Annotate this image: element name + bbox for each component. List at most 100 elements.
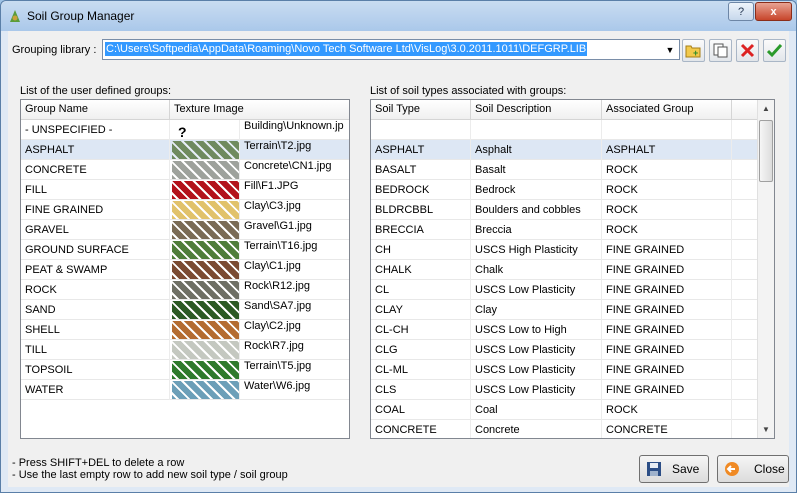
group-name-cell[interactable]: FINE GRAINED: [21, 200, 170, 220]
soil-type-cell[interactable]: CH: [371, 240, 471, 260]
soil-type-cell[interactable]: CLS: [371, 380, 471, 400]
group-name-cell[interactable]: TOPSOIL: [21, 360, 170, 380]
soil-description-cell[interactable]: Chalk: [471, 260, 602, 280]
table-row[interactable]: CH USCS High Plasticity FINE GRAINED: [371, 240, 759, 260]
soil-type-cell[interactable]: [371, 120, 471, 140]
texture-swatch-cell[interactable]: [170, 180, 240, 200]
window-close-button[interactable]: x: [755, 2, 792, 21]
texture-swatch-cell[interactable]: [170, 340, 240, 360]
table-row[interactable]: [371, 120, 759, 140]
table-row[interactable]: BRECCIA Breccia ROCK: [371, 220, 759, 240]
group-name-cell[interactable]: SAND: [21, 300, 170, 320]
group-name-cell[interactable]: TILL: [21, 340, 170, 360]
soil-type-cell[interactable]: CL: [371, 280, 471, 300]
soil-type-cell[interactable]: BRECCIA: [371, 220, 471, 240]
soil-description-cell[interactable]: Breccia: [471, 220, 602, 240]
texture-path-cell[interactable]: Clay\C1.jpg: [240, 260, 349, 280]
texture-swatch-cell[interactable]: [170, 360, 240, 380]
group-name-cell[interactable]: PEAT & SWAMP: [21, 260, 170, 280]
soils-grid[interactable]: Soil Type Soil Description Associated Gr…: [370, 99, 775, 439]
table-row[interactable]: CLAY Clay FINE GRAINED: [371, 300, 759, 320]
column-header-associated-group[interactable]: Associated Group: [602, 100, 732, 120]
grouping-library-combo[interactable]: C:\Users\Softpedia\AppData\Roaming\Novo …: [102, 39, 680, 60]
group-name-cell[interactable]: WATER: [21, 380, 170, 400]
soil-description-cell[interactable]: USCS Low Plasticity: [471, 360, 602, 380]
chevron-down-icon[interactable]: ▼: [662, 41, 678, 58]
texture-swatch-cell[interactable]: [170, 220, 240, 240]
soil-type-cell[interactable]: COAL: [371, 400, 471, 420]
texture-path-cell[interactable]: Terrain\T5.jpg: [240, 360, 349, 380]
texture-swatch-cell[interactable]: [170, 140, 240, 160]
soil-type-cell[interactable]: CL-ML: [371, 360, 471, 380]
table-row[interactable]: FILL Fill\F1.JPG: [21, 180, 349, 200]
group-name-cell[interactable]: GROUND SURFACE: [21, 240, 170, 260]
table-row[interactable]: CL USCS Low Plasticity FINE GRAINED: [371, 280, 759, 300]
texture-swatch-cell[interactable]: [170, 300, 240, 320]
table-row[interactable]: TILL Rock\R7.jpg: [21, 340, 349, 360]
table-row[interactable]: CLS USCS Low Plasticity FINE GRAINED: [371, 380, 759, 400]
table-row[interactable]: CONCRETE Concrete CONCRETE: [371, 420, 759, 438]
texture-path-cell[interactable]: Clay\C2.jpg: [240, 320, 349, 340]
soil-description-cell[interactable]: USCS Low Plasticity: [471, 340, 602, 360]
group-name-cell[interactable]: GRAVEL: [21, 220, 170, 240]
associated-group-cell[interactable]: FINE GRAINED: [602, 360, 732, 380]
table-row[interactable]: FINE GRAINED Clay\C3.jpg: [21, 200, 349, 220]
soil-description-cell[interactable]: USCS Low Plasticity: [471, 380, 602, 400]
column-header-group-name[interactable]: Group Name: [21, 100, 170, 120]
texture-path-cell[interactable]: Clay\C3.jpg: [240, 200, 349, 220]
soil-type-cell[interactable]: BASALT: [371, 160, 471, 180]
texture-path-cell[interactable]: Fill\F1.JPG: [240, 180, 349, 200]
texture-swatch-cell[interactable]: [170, 380, 240, 400]
texture-path-cell[interactable]: Building\Unknown.jp: [240, 120, 349, 140]
table-row[interactable]: - UNSPECIFIED -? Building\Unknown.jp: [21, 120, 349, 140]
associated-group-cell[interactable]: FINE GRAINED: [602, 240, 732, 260]
close-button[interactable]: Close: [717, 455, 789, 483]
associated-group-cell[interactable]: CONCRETE: [602, 420, 732, 438]
table-row[interactable]: CHALK Chalk FINE GRAINED: [371, 260, 759, 280]
soil-description-cell[interactable]: Basalt: [471, 160, 602, 180]
table-row[interactable]: GRAVEL Gravel\G1.jpg: [21, 220, 349, 240]
table-row[interactable]: ASPHALT Terrain\T2.jpg: [21, 140, 349, 160]
table-row[interactable]: TOPSOIL Terrain\T5.jpg: [21, 360, 349, 380]
associated-group-cell[interactable]: FINE GRAINED: [602, 260, 732, 280]
soils-vertical-scrollbar[interactable]: ▲ ▼: [757, 100, 774, 438]
soil-type-cell[interactable]: CL-CH: [371, 320, 471, 340]
soil-type-cell[interactable]: CLAY: [371, 300, 471, 320]
table-row[interactable]: CL-ML USCS Low Plasticity FINE GRAINED: [371, 360, 759, 380]
scroll-down-icon[interactable]: ▼: [758, 421, 774, 438]
soil-description-cell[interactable]: USCS Low Plasticity: [471, 280, 602, 300]
associated-group-cell[interactable]: [602, 120, 732, 140]
help-button[interactable]: ?: [728, 2, 754, 21]
column-header-texture-image[interactable]: Texture Image: [170, 100, 349, 120]
table-row[interactable]: CONCRETE Concrete\CN1.jpg: [21, 160, 349, 180]
table-row[interactable]: GROUND SURFACE Terrain\T16.jpg: [21, 240, 349, 260]
save-button[interactable]: Save: [639, 455, 709, 483]
texture-path-cell[interactable]: Terrain\T16.jpg: [240, 240, 349, 260]
scroll-up-icon[interactable]: ▲: [758, 100, 774, 117]
column-header-soil-type[interactable]: Soil Type: [371, 100, 471, 120]
texture-swatch-cell[interactable]: [170, 260, 240, 280]
associated-group-cell[interactable]: ROCK: [602, 200, 732, 220]
soil-type-cell[interactable]: CHALK: [371, 260, 471, 280]
associated-group-cell[interactable]: ROCK: [602, 220, 732, 240]
table-row[interactable]: CL-CH USCS Low to High FINE GRAINED: [371, 320, 759, 340]
texture-path-cell[interactable]: Concrete\CN1.jpg: [240, 160, 349, 180]
groups-grid[interactable]: Group Name Texture Image - UNSPECIFIED -…: [20, 99, 350, 439]
table-row[interactable]: SAND Sand\SA7.jpg: [21, 300, 349, 320]
texture-path-cell[interactable]: Sand\SA7.jpg: [240, 300, 349, 320]
texture-path-cell[interactable]: Rock\R7.jpg: [240, 340, 349, 360]
table-row[interactable]: ASPHALT Asphalt ASPHALT: [371, 140, 759, 160]
table-row[interactable]: BEDROCK Bedrock ROCK: [371, 180, 759, 200]
texture-path-cell[interactable]: Water\W6.jpg: [240, 380, 349, 400]
associated-group-cell[interactable]: FINE GRAINED: [602, 300, 732, 320]
texture-swatch-cell[interactable]: [170, 280, 240, 300]
soil-description-cell[interactable]: USCS High Plasticity: [471, 240, 602, 260]
delete-library-button[interactable]: [736, 39, 759, 62]
associated-group-cell[interactable]: ROCK: [602, 400, 732, 420]
texture-path-cell[interactable]: Gravel\G1.jpg: [240, 220, 349, 240]
texture-swatch-cell[interactable]: ?: [170, 120, 240, 140]
associated-group-cell[interactable]: FINE GRAINED: [602, 320, 732, 340]
group-name-cell[interactable]: - UNSPECIFIED -: [21, 120, 170, 140]
associated-group-cell[interactable]: FINE GRAINED: [602, 340, 732, 360]
scroll-thumb[interactable]: [759, 120, 773, 182]
